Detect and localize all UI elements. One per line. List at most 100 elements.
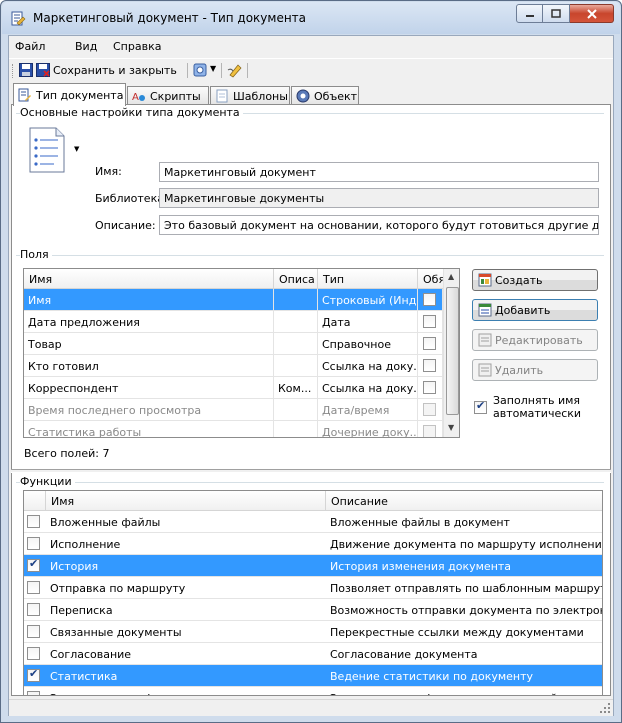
function-row[interactable]: Статистика Ведение статистики по документ… (24, 665, 602, 687)
autofill-name-checkbox[interactable] (474, 399, 487, 414)
edit-icon (478, 333, 492, 347)
function-checkbox[interactable] (27, 647, 40, 660)
tab-label: Объект (314, 89, 358, 103)
library-field[interactable]: Маркетинговые документы (159, 188, 599, 208)
function-checkbox[interactable] (27, 557, 40, 572)
field-name-cell: Имя (24, 289, 274, 311)
close-button[interactable] (570, 4, 614, 23)
field-name-cell: Товар (24, 333, 274, 355)
tab-object[interactable]: Объект (291, 86, 359, 105)
scroll-thumb[interactable] (446, 287, 459, 415)
field-row[interactable]: Статистика работы Дочерние доку... (24, 421, 443, 437)
tab-templates[interactable]: Шаблоны (210, 86, 290, 105)
function-row[interactable]: История История изменения документа (24, 555, 602, 577)
menu-view[interactable]: Вид (75, 40, 97, 53)
function-description-cell: Электронная цифровая подпись полей докум… (326, 687, 602, 695)
tab-label: Скрипты (150, 89, 201, 103)
column-header-required[interactable]: Обя (418, 269, 444, 289)
create-button[interactable]: Создать (472, 269, 598, 291)
required-checkbox[interactable] (423, 425, 436, 437)
app-document-icon (11, 11, 26, 26)
function-name-cell: Электронная цифровая подпись (46, 687, 326, 695)
scroll-up-icon[interactable]: ▲ (448, 272, 454, 281)
required-checkbox[interactable] (423, 381, 436, 394)
print-options-icon[interactable] (193, 63, 207, 77)
function-checkbox[interactable] (27, 515, 40, 528)
required-checkbox[interactable] (423, 337, 436, 350)
name-label: Имя: (95, 165, 122, 178)
function-name-cell: Исполнение (50, 538, 121, 551)
function-description-cell: Возможность отправки документа по электр… (330, 604, 602, 617)
function-description-cell: Движение документа по маршруту исполнени… (330, 538, 602, 551)
scroll-down-icon[interactable]: ▼ (448, 423, 454, 432)
name-field[interactable]: Маркетинговый документ (159, 162, 599, 182)
client-area: Файл Вид Справка Сохранить и закрыть ▼ Т… (8, 35, 614, 716)
function-check-cell (24, 555, 46, 577)
tab-scripts[interactable]: A Скрипты (127, 86, 209, 105)
field-row[interactable]: Дата предложения Дата (24, 311, 443, 333)
object-icon (296, 89, 310, 103)
function-row[interactable]: Отправка по маршруту Позволяет отправлять… (24, 577, 602, 599)
function-row[interactable]: Исполнение Движение документа по маршруту… (24, 533, 602, 555)
column-header-name[interactable]: Имя (24, 269, 274, 289)
toolbar-separator (221, 63, 222, 78)
toolbar-grip[interactable] (12, 64, 15, 78)
function-checkbox[interactable] (27, 691, 40, 695)
column-header-description[interactable]: Описа (274, 269, 318, 289)
maximize-button[interactable] (543, 4, 570, 23)
function-checkbox[interactable] (27, 603, 40, 616)
function-row[interactable]: Согласование Согласование документа (24, 643, 602, 665)
fields-scrollbar[interactable]: ▲ ▼ (443, 269, 459, 437)
field-row[interactable]: Кто готовил Ссылка на доку... (24, 355, 443, 377)
function-checkbox[interactable] (27, 581, 40, 594)
required-checkbox[interactable] (423, 315, 436, 328)
field-row[interactable]: Имя Строковый (Инд... (24, 289, 443, 311)
splitter[interactable] (11, 469, 611, 473)
function-checkbox[interactable] (27, 537, 40, 550)
fields-title: Поля (20, 248, 52, 261)
add-button[interactable]: Добавить (472, 299, 598, 321)
function-checkbox[interactable] (27, 667, 40, 682)
function-row[interactable]: Вложенные файлы Вложенные файлы в докумен… (24, 511, 602, 533)
menu-file[interactable]: Файл (15, 40, 45, 53)
required-checkbox[interactable] (423, 293, 436, 306)
function-checkbox[interactable] (27, 625, 40, 638)
menu-bar: Файл Вид Справка (9, 36, 613, 58)
function-check-cell (24, 533, 46, 555)
function-description-cell: Согласование документа (330, 648, 478, 661)
document-icon-picker[interactable]: ▼ (24, 126, 84, 176)
field-row[interactable]: Корреспондент Ком... Ссылка на доку... (24, 377, 443, 399)
tab-document-type[interactable]: Тип документа (13, 83, 126, 106)
edit-pencil-icon[interactable] (227, 62, 243, 78)
title-bar[interactable]: Маркетинговый документ - Тип документа (2, 2, 620, 34)
field-row[interactable]: Время последнего просмотра Дата/время (24, 399, 443, 421)
delete-button[interactable]: Удалить (472, 359, 598, 381)
required-checkbox[interactable] (423, 359, 436, 372)
function-name-cell: История (50, 560, 99, 573)
close-icon (586, 8, 597, 19)
resize-grip-icon[interactable] (600, 703, 611, 714)
field-row[interactable]: Товар Справочное (24, 333, 443, 355)
function-row[interactable]: Связанные документы Перекрестные ссылки м… (24, 621, 602, 643)
function-name-cell: Переписка (50, 604, 113, 617)
column-header-function-name[interactable]: Имя (46, 491, 326, 511)
function-name-cell: Вложенные файлы (50, 516, 161, 529)
column-header-type[interactable]: Тип (318, 269, 418, 289)
required-checkbox[interactable] (423, 403, 436, 416)
field-description-cell (274, 333, 318, 355)
menu-help[interactable]: Справка (113, 40, 161, 53)
function-row[interactable]: Переписка Возможность отправки документа … (24, 599, 602, 621)
edit-button[interactable]: Редактировать (472, 329, 598, 351)
maximize-icon (551, 9, 561, 18)
column-header-function-description[interactable]: Описание (326, 491, 602, 511)
description-field[interactable]: Это базовый документ на основании, котор… (159, 215, 599, 235)
dropdown-arrow-icon[interactable]: ▼ (210, 64, 216, 73)
field-type-cell: Справочное (318, 333, 418, 355)
templates-icon (216, 89, 228, 103)
function-row[interactable]: Электронная цифровая подписьЭлектронная … (24, 687, 602, 695)
save-icon[interactable] (19, 63, 33, 77)
minimize-button[interactable] (516, 4, 543, 23)
group-divider (16, 482, 604, 483)
function-check-cell (24, 621, 46, 643)
description-label: Описание: (95, 219, 156, 232)
